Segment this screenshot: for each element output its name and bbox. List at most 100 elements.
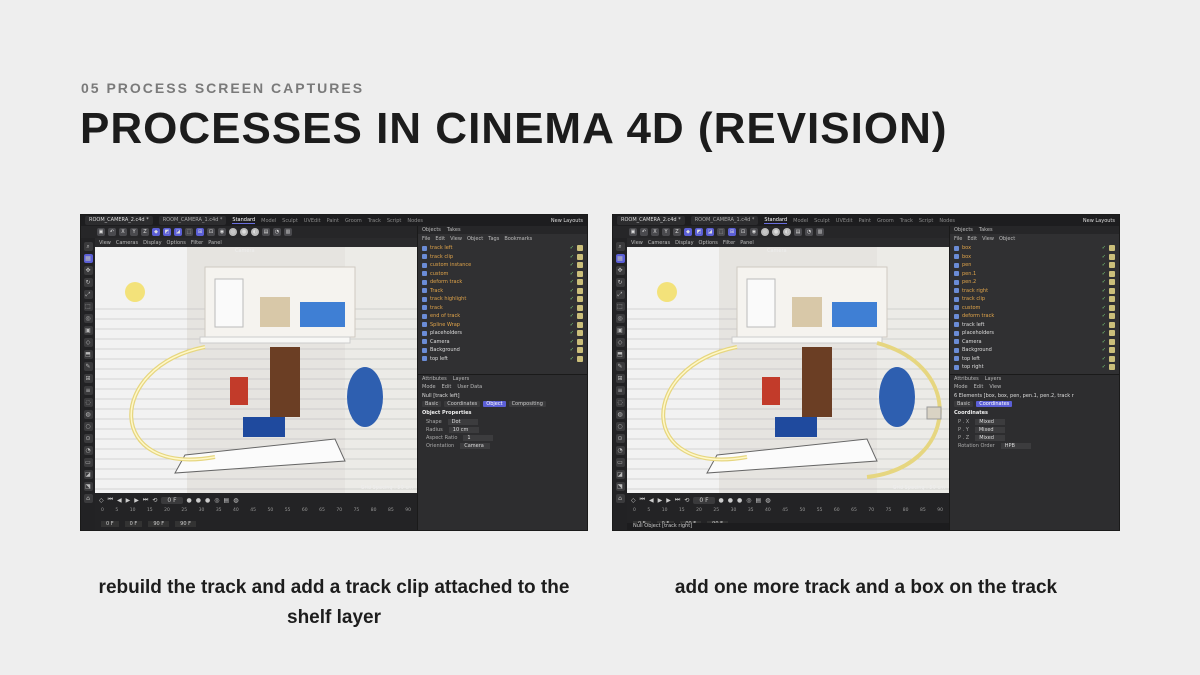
file-tab[interactable]: ROOM_CAMERA_1.c4d * [690, 216, 759, 225]
material-tag-icon[interactable] [1109, 321, 1115, 328]
layout-tab[interactable]: Track [368, 218, 381, 224]
toolbar-tool-icon[interactable]: ▣ [97, 228, 105, 236]
viewport-menu-item[interactable]: Cameras [116, 240, 138, 246]
viewport-menu-item[interactable]: Options [167, 240, 186, 246]
record-button-icon[interactable]: ● [187, 497, 192, 504]
menu-item[interactable]: View [450, 236, 462, 242]
material-tag-icon[interactable] [577, 321, 583, 328]
toolbar-tool-icon[interactable]: ◐ [783, 228, 791, 236]
visibility-check-icon[interactable]: ✓ [570, 339, 574, 345]
viewport-menu-item[interactable]: Panel [208, 240, 222, 246]
object-row[interactable]: deform track ✓ [422, 278, 583, 287]
tool-icon[interactable]: ⊞ [615, 374, 625, 383]
object-row[interactable]: box ✓ [954, 244, 1115, 253]
tool-icon[interactable]: ◇ [83, 338, 93, 347]
tool-icon[interactable]: ◪ [83, 470, 93, 479]
material-tag-icon[interactable] [1109, 313, 1115, 320]
tool-icon[interactable]: ↻ [83, 278, 93, 287]
panel-tab[interactable]: Objects [954, 227, 973, 233]
material-tag-icon[interactable] [1109, 296, 1115, 303]
object-name[interactable]: custom [962, 305, 1099, 311]
attribute-value-field[interactable]: Dot [447, 419, 478, 425]
object-name[interactable]: custom [430, 271, 567, 277]
playback-button-icon[interactable]: ▶ [666, 497, 671, 504]
object-name[interactable]: track left [430, 245, 567, 251]
tool-icon[interactable]: ✥ [83, 266, 93, 275]
visibility-check-icon[interactable]: ✓ [1102, 347, 1106, 353]
material-tag-icon[interactable] [1109, 364, 1115, 371]
menu-item[interactable]: Edit [974, 384, 984, 390]
toolbar-tool-icon[interactable]: ⊡ [739, 228, 747, 236]
visibility-check-icon[interactable]: ✓ [1102, 288, 1106, 294]
current-frame-field[interactable]: 0 F [161, 496, 183, 504]
menu-item[interactable]: User Data [457, 384, 482, 390]
tool-icon[interactable]: ↻ [615, 278, 625, 287]
toolbar-tool-icon[interactable]: ◩ [695, 228, 703, 236]
visibility-check-icon[interactable]: ✓ [1102, 296, 1106, 302]
material-tag-icon[interactable] [577, 296, 583, 303]
object-row[interactable]: end of track ✓ [422, 312, 583, 321]
tool-icon[interactable]: ⬔ [83, 482, 93, 491]
visibility-check-icon[interactable]: ✓ [1102, 279, 1106, 285]
tool-icon[interactable]: ▣ [615, 326, 625, 335]
toolbar-tool-icon[interactable]: ◔ [273, 228, 281, 236]
toolbar-tool-icon[interactable]: ● [772, 228, 780, 236]
attribute-subtab[interactable]: Basic [422, 401, 442, 407]
object-name[interactable]: top left [430, 356, 567, 362]
viewport-menu-item[interactable]: Display [143, 240, 161, 246]
toolbar-tool-icon[interactable]: ◩ [163, 228, 171, 236]
visibility-check-icon[interactable]: ✓ [570, 279, 574, 285]
layout-tab[interactable]: Groom [877, 218, 894, 224]
object-row[interactable]: top left ✓ [954, 355, 1115, 364]
menu-item[interactable]: Edit [967, 236, 977, 242]
tool-icon[interactable]: ◍ [83, 410, 93, 419]
material-tag-icon[interactable] [577, 245, 583, 252]
toolbar-tool-icon[interactable]: ◎ [229, 228, 237, 236]
new-layouts-menu[interactable]: New Layouts [551, 218, 583, 224]
object-row[interactable]: custom instance ✓ [422, 261, 583, 270]
tool-icon[interactable]: ○ [83, 422, 93, 431]
record-button-icon[interactable]: ◍ [233, 497, 238, 504]
visibility-check-icon[interactable]: ✓ [1102, 364, 1106, 370]
material-tag-icon[interactable] [1109, 287, 1115, 294]
visibility-check-icon[interactable]: ✓ [570, 296, 574, 302]
toolbar-tool-icon[interactable]: ◪ [706, 228, 714, 236]
playback-button-icon[interactable]: ⟲ [684, 497, 689, 504]
layout-tab[interactable]: Script [387, 218, 402, 224]
playback-button-icon[interactable]: ▶ [658, 497, 663, 504]
object-name[interactable]: Camera [430, 339, 567, 345]
frame-range-field[interactable]: 90 F [148, 521, 170, 527]
tool-icon[interactable]: ▦ [615, 254, 625, 263]
record-button-icon[interactable]: ▤ [224, 497, 230, 504]
playback-button-icon[interactable]: ◇ [99, 497, 104, 504]
record-button-icon[interactable]: ▤ [756, 497, 762, 504]
toolbar-tool-icon[interactable]: ◆ [684, 228, 692, 236]
viewport-menu-item[interactable]: Options [699, 240, 718, 246]
tool-icon[interactable]: ◌ [83, 398, 93, 407]
playback-button-icon[interactable]: ⏮ [108, 496, 113, 504]
material-tag-icon[interactable] [577, 347, 583, 354]
object-name[interactable]: pen.1 [962, 271, 1099, 277]
current-frame-field[interactable]: 0 F [693, 496, 715, 504]
tool-icon[interactable]: ◔ [83, 446, 93, 455]
record-button-icon[interactable]: ◎ [214, 497, 219, 504]
tool-icon[interactable]: ⬒ [83, 350, 93, 359]
frame-range-field[interactable]: 90 F [175, 521, 196, 527]
material-tag-icon[interactable] [577, 253, 583, 260]
viewport-menu-item[interactable]: Cameras [648, 240, 670, 246]
layout-tab[interactable]: UVEdit [836, 218, 853, 224]
visibility-check-icon[interactable]: ✓ [1102, 322, 1106, 328]
playback-button-icon[interactable]: ◇ [631, 497, 636, 504]
tool-icon[interactable]: ✥ [615, 266, 625, 275]
toolbar-tool-icon[interactable]: ↶ [108, 228, 116, 236]
attribute-subtab[interactable]: Coordinates [976, 401, 1013, 407]
playback-button-icon[interactable]: ⏭ [143, 496, 148, 504]
material-tag-icon[interactable] [1109, 347, 1115, 354]
tool-icon[interactable]: ✎ [615, 362, 625, 371]
record-button-icon[interactable]: ● [728, 497, 733, 504]
toolbar-tool-icon[interactable]: ◐ [251, 228, 259, 236]
menu-item[interactable]: View [982, 236, 994, 242]
menu-item[interactable]: Mode [954, 384, 968, 390]
menu-item[interactable]: Bookmarks [504, 236, 532, 242]
tool-icon[interactable]: ✎ [83, 362, 93, 371]
